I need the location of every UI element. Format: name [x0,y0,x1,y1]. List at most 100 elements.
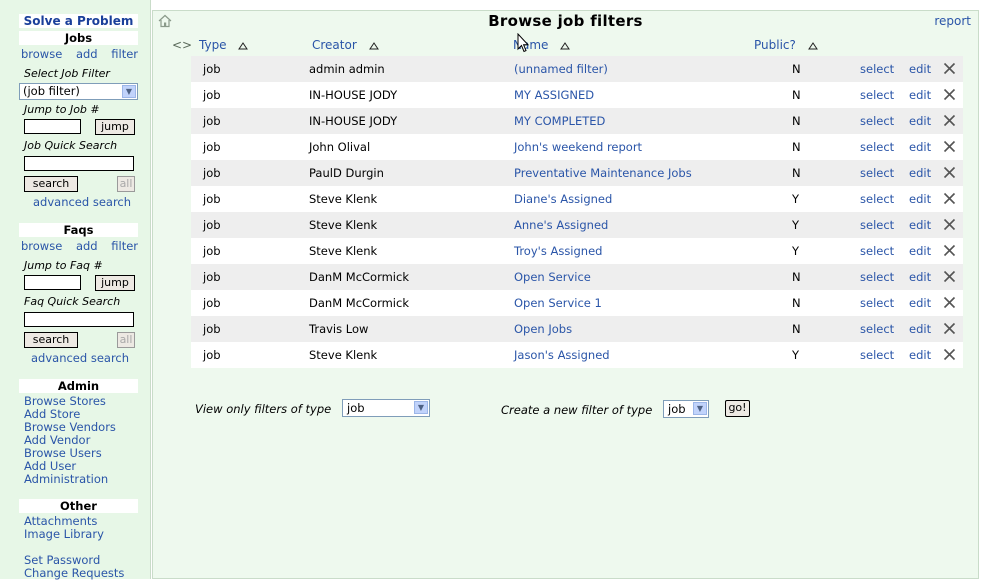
cell-name[interactable]: Open Service [514,264,591,290]
delete-icon[interactable] [943,296,956,309]
go-button[interactable]: go! [725,400,750,417]
cell-name[interactable]: (unnamed filter) [514,56,608,82]
delete-icon[interactable] [943,140,956,153]
cell-name[interactable]: Diane's Assigned [514,186,612,212]
delete-icon[interactable] [943,270,956,283]
delete-icon[interactable] [943,192,956,205]
view-filter-type-value: job [347,401,365,415]
delete-icon[interactable] [943,88,956,101]
faq-jump-button[interactable]: jump [95,275,135,291]
create-filter-type-select[interactable]: job ▼ [663,400,709,418]
change-requests-link[interactable]: Change Requests [24,567,124,580]
cell-name[interactable]: Open Service 1 [514,290,602,316]
cell-public: N [792,114,801,128]
delete-icon[interactable] [943,114,956,127]
table-row: job Travis Low Open Jobs Nselect edit [191,316,963,342]
column-header-creator[interactable]: Creator [312,38,379,52]
job-advanced-search-link[interactable]: advanced search [33,195,131,209]
cell-name[interactable]: MY COMPLETED [514,108,605,134]
cell-public: Y [792,192,800,206]
cell-creator: Steve Klenk [309,218,378,232]
cell-public: N [792,88,801,102]
faqs-add-link[interactable]: add [76,239,98,253]
select-filter-link[interactable]: select [860,160,894,186]
edit-filter-link[interactable]: edit [909,316,931,342]
report-link[interactable]: report [934,14,971,28]
faq-number-input[interactable] [24,275,81,290]
edit-filter-link[interactable]: edit [909,56,931,82]
cell-name[interactable]: Preventative Maintenance Jobs [514,160,692,186]
delete-icon[interactable] [943,62,956,75]
create-filter-type-value: job [668,402,686,416]
edit-filter-link[interactable]: edit [909,134,931,160]
job-all-button[interactable]: all [117,176,135,192]
faq-search-button[interactable]: search [24,332,78,348]
administration-link[interactable]: Administration [24,473,108,486]
cell-name[interactable]: MY ASSIGNED [514,82,594,108]
edit-filter-link[interactable]: edit [909,186,931,212]
image-library-link[interactable]: Image Library [24,528,104,541]
sort-up-icon[interactable] [807,41,818,50]
faq-all-button[interactable]: all [117,332,135,348]
select-filter-link[interactable]: select [860,186,894,212]
select-filter-link[interactable]: select [860,134,894,160]
cell-type: job [203,62,221,76]
table-row: job IN-HOUSE JODY MY ASSIGNED Nselect edit [191,82,963,108]
select-filter-link[interactable]: select [860,238,894,264]
job-number-input[interactable] [24,119,81,134]
select-filter-link[interactable]: select [860,56,894,82]
select-filter-link[interactable]: select [860,342,894,368]
jobs-add-link[interactable]: add [76,47,98,61]
select-filter-link[interactable]: select [860,316,894,342]
job-search-button[interactable]: search [24,176,78,192]
cell-type: job [203,322,221,336]
select-filter-link[interactable]: select [860,290,894,316]
job-filter-select[interactable]: (job filter) ▼ [19,83,138,100]
faqs-browse-link[interactable]: browse [21,239,62,253]
jump-to-job-label: Jump to Job # [24,103,100,116]
delete-icon[interactable] [943,166,956,179]
solve-problem-link[interactable]: Solve a Problem [19,14,138,28]
faqs-filter-link[interactable]: filter [111,239,138,253]
cell-name[interactable]: Jason's Assigned [514,342,610,368]
select-filter-link[interactable]: select [860,82,894,108]
edit-filter-link[interactable]: edit [909,290,931,316]
expand-toggle-icon[interactable]: <> [172,38,192,52]
sort-up-icon[interactable] [368,41,379,50]
cell-name[interactable]: Troy's Assigned [514,238,602,264]
column-header-type[interactable]: Type [199,38,249,52]
sort-up-icon[interactable] [238,41,249,50]
edit-filter-link[interactable]: edit [909,342,931,368]
jobs-links: browse add filter [21,47,138,61]
delete-icon[interactable] [943,348,956,361]
jobs-browse-link[interactable]: browse [21,47,62,61]
column-header-type-label[interactable]: Type [199,38,227,52]
delete-icon[interactable] [943,244,956,257]
cell-name[interactable]: Open Jobs [514,316,572,342]
edit-filter-link[interactable]: edit [909,82,931,108]
view-filter-type-select[interactable]: job ▼ [342,399,430,417]
select-filter-link[interactable]: select [860,108,894,134]
faq-quick-search-input[interactable] [24,312,134,327]
faq-advanced-search-link[interactable]: advanced search [31,351,129,365]
sort-up-icon[interactable] [560,41,571,50]
edit-filter-link[interactable]: edit [909,160,931,186]
delete-icon[interactable] [943,322,956,335]
cell-name[interactable]: John's weekend report [514,134,642,160]
select-filter-link[interactable]: select [860,212,894,238]
table-row: job Steve Klenk Anne's Assigned Yselect edit [191,212,963,238]
edit-filter-link[interactable]: edit [909,264,931,290]
edit-filter-link[interactable]: edit [909,108,931,134]
edit-filter-link[interactable]: edit [909,238,931,264]
jobs-filter-link[interactable]: filter [111,47,138,61]
edit-filter-link[interactable]: edit [909,212,931,238]
main-panel: Browse job filters report <> Type Creato… [152,10,979,579]
job-quick-search-input[interactable] [24,156,134,171]
job-jump-button[interactable]: jump [95,119,135,135]
cell-name[interactable]: Anne's Assigned [514,212,608,238]
column-header-public-label[interactable]: Public? [754,38,796,52]
column-header-public[interactable]: Public? [754,38,818,52]
delete-icon[interactable] [943,218,956,231]
select-filter-link[interactable]: select [860,264,894,290]
column-header-creator-label[interactable]: Creator [312,38,357,52]
